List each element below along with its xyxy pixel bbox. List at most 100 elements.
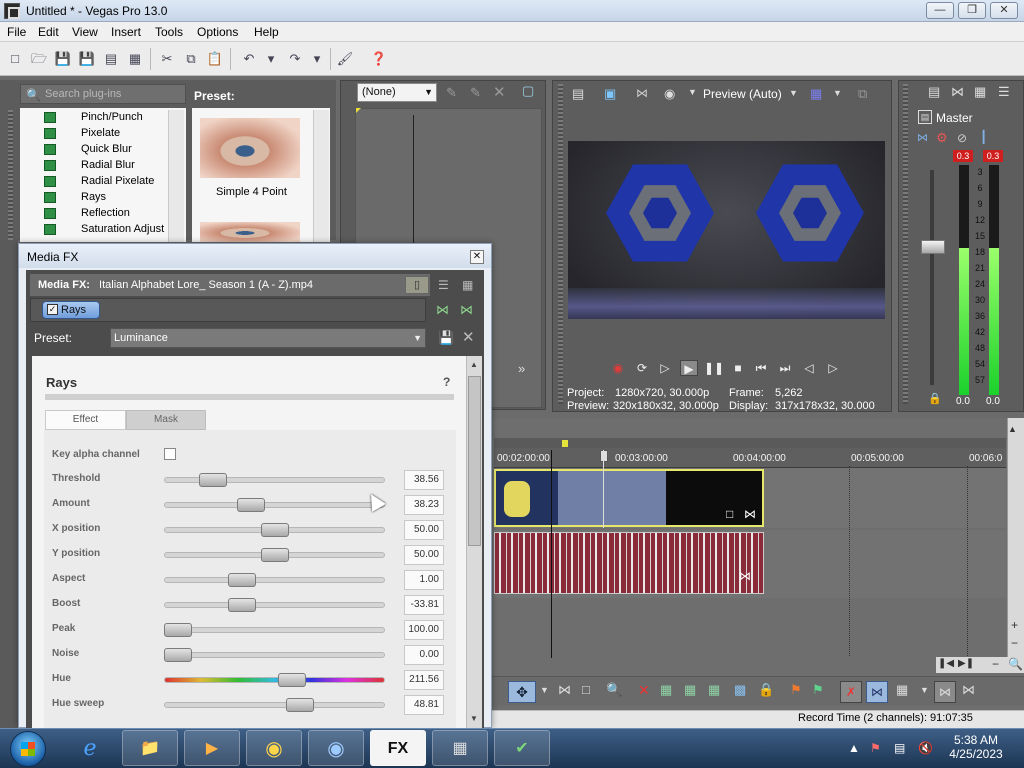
marker-bar[interactable] bbox=[494, 438, 1006, 448]
rays-effect-button[interactable]: ✓ Rays bbox=[42, 301, 100, 319]
play-icon[interactable]: ▶ bbox=[680, 360, 698, 376]
plugin-item[interactable]: Saturation Adjust bbox=[81, 223, 164, 235]
param-slider-thumb[interactable] bbox=[198, 473, 227, 487]
panel-grip[interactable] bbox=[8, 110, 13, 240]
menu-view[interactable]: View bbox=[72, 25, 98, 39]
play-from-start-icon[interactable]: ▷ bbox=[656, 360, 674, 376]
plugin-item[interactable]: Reflection bbox=[81, 207, 130, 219]
file-explorer-icon[interactable]: 📁 bbox=[122, 730, 178, 766]
param-slider-thumb[interactable] bbox=[164, 623, 192, 637]
param-slider-thumb[interactable] bbox=[227, 573, 256, 587]
param-value-field[interactable]: 100.00 bbox=[404, 620, 444, 640]
param-value-field[interactable]: 211.56 bbox=[404, 670, 444, 690]
param-value-field[interactable]: 50.00 bbox=[404, 545, 444, 565]
close-icon[interactable]: ✕ bbox=[493, 83, 506, 101]
key-alpha-checkbox[interactable] bbox=[164, 448, 176, 460]
action-center-icon[interactable]: ⚑ bbox=[870, 741, 881, 755]
plugin-item[interactable]: Pinch/Punch bbox=[81, 111, 143, 123]
start-button[interactable] bbox=[10, 731, 46, 767]
param-slider-track[interactable] bbox=[164, 477, 385, 483]
plugin-item[interactable]: Pixelate bbox=[81, 127, 120, 139]
record-icon[interactable]: ◉ bbox=[609, 360, 627, 376]
param-slider-thumb[interactable] bbox=[277, 673, 306, 687]
peak-right[interactable]: 0.3 bbox=[983, 150, 1003, 162]
scroll-right-icon[interactable]: ▶❚ bbox=[958, 658, 974, 669]
scrollbar-thumb[interactable] bbox=[468, 376, 481, 546]
selection-tool-icon[interactable]: □ bbox=[582, 682, 590, 697]
plugin-item[interactable]: Quick Blur bbox=[81, 143, 132, 155]
scroll-up-icon[interactable]: ▲ bbox=[1008, 424, 1017, 434]
copy-snapshot-icon[interactable]: ⧉ bbox=[858, 86, 867, 102]
chevron-down-icon[interactable]: ▼ bbox=[789, 88, 798, 98]
plugin-item[interactable]: Rays bbox=[81, 191, 106, 203]
system-clock[interactable]: 5:38 AM 4/25/2023 bbox=[944, 733, 1008, 761]
insert-fx-icon[interactable]: ⋈ bbox=[917, 131, 928, 144]
menu-tools[interactable]: Tools bbox=[155, 25, 183, 39]
video-event[interactable]: □ ⋈ bbox=[494, 469, 764, 527]
solo-icon[interactable]: ┃ bbox=[980, 130, 987, 144]
mixer-settings-icon[interactable]: ☰ bbox=[998, 84, 1010, 100]
zoom-tool-icon[interactable]: 🔍 bbox=[606, 682, 622, 698]
minimize-button[interactable]: — bbox=[926, 2, 954, 19]
open-icon[interactable]: 🗁 bbox=[30, 50, 48, 68]
chevron-down-icon[interactable]: ▼ bbox=[688, 87, 697, 97]
rays-enable-checkbox[interactable]: ✓ bbox=[47, 304, 58, 315]
menu-file[interactable]: File bbox=[7, 25, 26, 39]
preview-properties-icon[interactable]: ▤ bbox=[572, 86, 584, 102]
ignore-grouping-icon[interactable]: ⋈ bbox=[962, 682, 975, 698]
delete-icon[interactable]: ✕ bbox=[638, 682, 650, 699]
playhead-handle[interactable] bbox=[600, 450, 608, 462]
master-fader-knob[interactable] bbox=[921, 240, 945, 254]
next-frame-icon[interactable]: ▷ bbox=[824, 360, 842, 376]
lock-events-icon[interactable]: 🔒 bbox=[758, 682, 774, 698]
grid-view-icon[interactable]: ▦ bbox=[462, 278, 473, 292]
trim-end-icon[interactable]: ▦ bbox=[708, 682, 720, 698]
redo-dropdown-icon[interactable]: ▾ bbox=[308, 50, 326, 68]
chevron-down-icon[interactable]: ▼ bbox=[833, 88, 842, 98]
split-icon[interactable]: ▩ bbox=[734, 682, 746, 698]
properties-help-button[interactable]: ? bbox=[443, 375, 450, 389]
paint-brush-icon[interactable]: 🖌 bbox=[336, 50, 354, 68]
audio-event-waveform[interactable]: ⋈ bbox=[494, 532, 764, 594]
param-slider-thumb[interactable] bbox=[260, 523, 289, 537]
cut-icon[interactable]: ✂ bbox=[158, 50, 176, 68]
undo-dropdown-icon[interactable]: ▾ bbox=[262, 50, 280, 68]
param-value-field[interactable]: 48.81 bbox=[404, 695, 444, 715]
panel-grip[interactable] bbox=[558, 84, 563, 404]
chevron-down-icon[interactable]: ▼ bbox=[920, 685, 929, 695]
split-screen-icon[interactable]: ⋈ bbox=[636, 86, 648, 100]
zoom-out-horizontal-icon[interactable]: − bbox=[992, 657, 999, 671]
vegas-taskbar-icon[interactable]: ▦ bbox=[432, 730, 488, 766]
properties-icon[interactable]: ▦ bbox=[126, 50, 144, 68]
save-icon[interactable]: 💾 bbox=[54, 50, 72, 68]
trim-icon[interactable]: ▦ bbox=[660, 682, 672, 698]
preset-thumbnail[interactable] bbox=[200, 222, 300, 242]
panel-grip[interactable] bbox=[903, 84, 908, 404]
preset-scrollbar[interactable] bbox=[313, 110, 329, 242]
event-fx-icon[interactable]: ⋈ bbox=[744, 507, 756, 521]
redo-icon[interactable]: ↷ bbox=[286, 50, 304, 68]
auto-ripple-icon[interactable]: ▦ bbox=[896, 682, 908, 698]
marker-flag[interactable] bbox=[562, 440, 568, 447]
zoom-in-icon[interactable]: + bbox=[1011, 618, 1018, 632]
scroll-down-icon[interactable]: ▼ bbox=[470, 714, 478, 723]
external-monitor-icon[interactable]: ▣ bbox=[604, 86, 616, 102]
save-preset-icon[interactable]: 💾 bbox=[438, 330, 454, 346]
loop-icon[interactable]: ⟳ bbox=[633, 360, 651, 376]
param-slider-track[interactable] bbox=[164, 577, 385, 583]
param-slider-thumb[interactable] bbox=[164, 648, 192, 662]
pause-icon[interactable]: ❚❚ bbox=[704, 360, 724, 376]
fx-app-icon[interactable]: FX bbox=[370, 730, 426, 766]
param-value-field[interactable]: -33.81 bbox=[404, 595, 444, 615]
save-as-icon[interactable]: 💾 bbox=[78, 50, 96, 68]
close-button[interactable]: ✕ bbox=[990, 2, 1018, 19]
magnify-icon[interactable]: 🔍 bbox=[1008, 657, 1023, 671]
preset-select[interactable]: Luminance ▼ bbox=[110, 328, 426, 348]
plugin-tree-scrollbar[interactable] bbox=[168, 110, 184, 242]
param-slider-track[interactable] bbox=[164, 502, 385, 508]
paste-icon[interactable]: 📋 bbox=[206, 50, 224, 68]
param-value-field[interactable]: 1.00 bbox=[404, 570, 444, 590]
lock-icon[interactable]: 🔒 bbox=[928, 392, 942, 405]
properties-scrollbar[interactable]: ▲ ▼ bbox=[466, 356, 482, 728]
show-hidden-icons[interactable]: ▲ bbox=[848, 741, 860, 755]
